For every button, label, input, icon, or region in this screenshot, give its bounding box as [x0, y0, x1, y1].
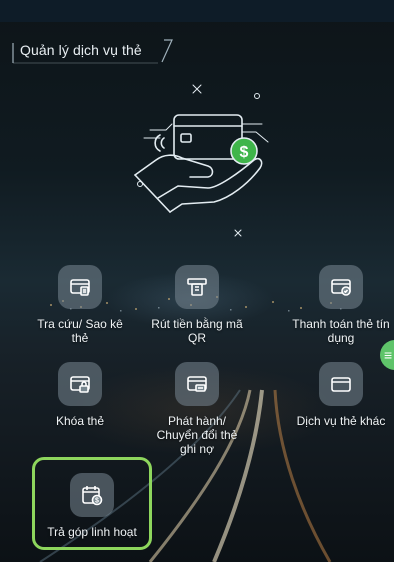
service-tile-other-services[interactable]: Dịch vụ thẻ khác	[285, 362, 394, 428]
card-services-screen: Quản lý dịch vụ thẻ $ Tra cứu/ Sao kê th…	[0, 0, 394, 562]
card-payment-icon	[319, 265, 363, 309]
svg-text:$: $	[240, 144, 249, 161]
card-lock-icon	[58, 362, 102, 406]
service-label: Dịch vụ thẻ khác	[296, 414, 386, 428]
card-statement-icon	[58, 265, 102, 309]
card-issue-icon	[175, 362, 219, 406]
service-label: Thanh toán thẻ tín dụng	[292, 317, 390, 345]
service-label: Rút tiền bằng mã QR	[151, 317, 243, 345]
service-label: Phát hành/ Chuyển đổi thẻ ghi nợ	[156, 414, 238, 456]
calendar-dollar-icon: $	[70, 473, 114, 517]
service-tile-installment[interactable]: $ Trả góp linh hoạt	[42, 473, 142, 539]
service-tile-credit-payment[interactable]: Thanh toán thẻ tín dụng	[285, 265, 394, 345]
menu-lines-icon: ≡	[384, 347, 393, 363]
status-bar	[0, 0, 394, 22]
svg-text:$: $	[95, 498, 99, 505]
service-label: Tra cứu/ Sao kê thẻ	[37, 317, 123, 345]
service-tile-qr-withdraw[interactable]: Rút tiền bằng mã QR	[147, 265, 247, 345]
section-title: Quản lý dịch vụ thẻ	[20, 42, 142, 58]
service-tile-lock-card[interactable]: Khóa thẻ	[30, 362, 130, 428]
card-other-icon	[319, 362, 363, 406]
atm-qr-icon	[175, 265, 219, 309]
service-tile-issue-card[interactable]: Phát hành/ Chuyển đổi thẻ ghi nợ	[147, 362, 247, 456]
service-label: Trả góp linh hoạt	[47, 525, 137, 539]
service-tile-statement[interactable]: Tra cứu/ Sao kê thẻ	[30, 265, 130, 345]
service-label: Khóa thẻ	[55, 414, 105, 428]
hand-card-illustration-icon: $	[134, 84, 269, 237]
